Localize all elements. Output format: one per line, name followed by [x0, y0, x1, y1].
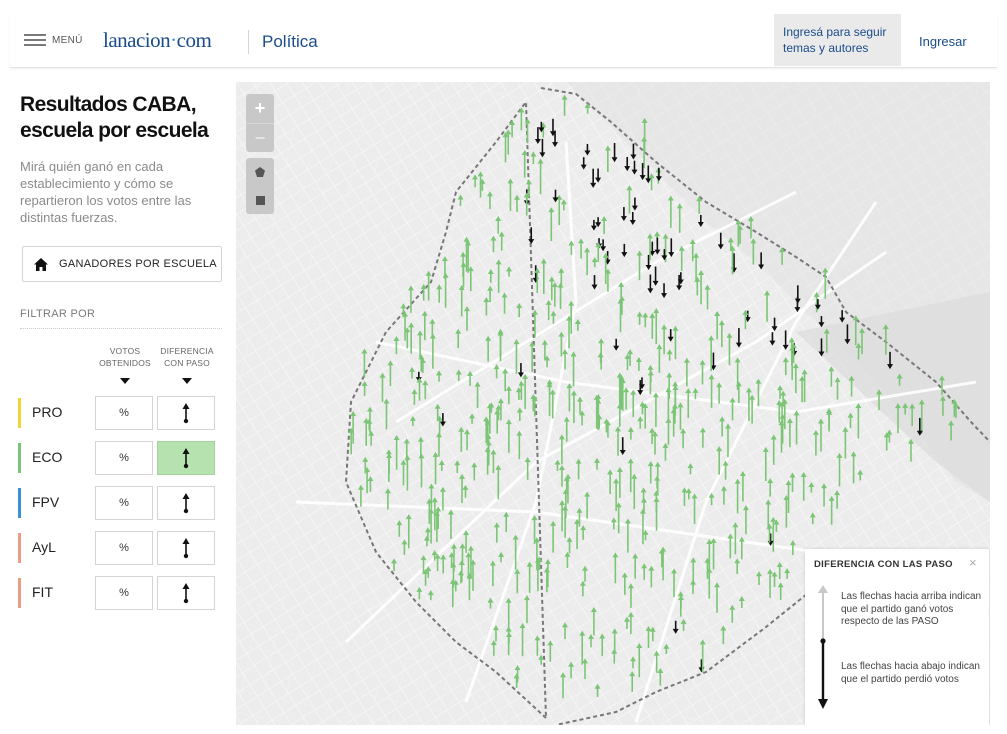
page-subtitle: Mirá quién ganó en cada establecimiento …: [20, 159, 192, 225]
votes-filter-ayl[interactable]: %: [95, 531, 153, 565]
draw-controls: [246, 158, 274, 214]
legend-down-text: Las flechas hacia abajo indican que el p…: [841, 661, 980, 685]
diff-filter-fpv[interactable]: [157, 486, 215, 520]
zoom-out-button[interactable]: −: [246, 123, 274, 152]
polygon-icon: [255, 167, 265, 177]
party-name: FIT: [32, 584, 53, 600]
diff-filter-eco[interactable]: [157, 441, 215, 475]
diff-filter-ayl[interactable]: [157, 531, 215, 565]
up-down-arrow-icon: [182, 448, 190, 469]
site-logo[interactable]: lanacion·com: [103, 28, 212, 53]
diff-sort-caret-icon[interactable]: [182, 378, 192, 384]
legend-arrow-scale-icon: [818, 585, 828, 709]
legend-close-button[interactable]: ×: [969, 555, 977, 570]
party-color-bar: [18, 578, 21, 608]
party-color-bar: [18, 533, 21, 563]
percent-symbol: %: [119, 542, 129, 554]
votes-filter-fpv[interactable]: %: [95, 486, 153, 520]
page-title: Resultados CABA, escuela por escuela: [20, 93, 209, 142]
login-link[interactable]: Ingresar: [919, 34, 967, 49]
votes-filter-pro[interactable]: %: [95, 396, 153, 430]
filter-label: FILTRAR POR: [20, 308, 96, 320]
up-down-arrow-icon: [182, 493, 190, 514]
percent-symbol: %: [119, 497, 129, 509]
diff-filter-fit[interactable]: [157, 576, 215, 610]
party-row-fpv: FPV%: [18, 486, 218, 520]
winners-button-label: GANADORES POR ESCUELA: [59, 258, 217, 270]
draw-polygon-button[interactable]: [246, 158, 274, 186]
party-name: AyL: [32, 539, 56, 555]
diff-column-header[interactable]: DIFERENCIA CON PASO: [156, 345, 218, 369]
legend-panel: DIFERENCIA CON LAS PASO × Las flechas ha…: [805, 549, 989, 725]
up-down-arrow-icon: [182, 583, 190, 604]
party-color-bar: [18, 398, 21, 428]
legend-title: DIFERENCIA CON LAS PASO: [814, 559, 953, 570]
party-row-pro: PRO%: [18, 396, 218, 430]
votes-filter-fit[interactable]: %: [95, 576, 153, 610]
party-name: FPV: [32, 494, 60, 510]
party-row-ayl: AyL%: [18, 531, 218, 565]
votes-sort-caret-icon[interactable]: [120, 378, 130, 384]
filter-divider: [20, 328, 222, 329]
hamburger-icon: [24, 33, 46, 47]
map[interactable]: + − DIFERENCIA CON LAS PASO × Las flecha…: [236, 82, 990, 725]
up-down-arrow-icon: [182, 403, 190, 424]
party-name: PRO: [32, 404, 63, 420]
percent-symbol: %: [119, 587, 129, 599]
sidebar: Resultados CABA, escuela por escuela Mir…: [10, 82, 232, 722]
party-color-bar: [18, 443, 21, 473]
menu-label: MENÚ: [52, 34, 83, 46]
winners-by-school-button[interactable]: GANADORES POR ESCUELA: [22, 246, 222, 282]
party-color-bar: [18, 488, 21, 518]
diff-filter-pro[interactable]: [157, 396, 215, 430]
zoom-controls: + −: [246, 94, 274, 152]
draw-rectangle-button[interactable]: [246, 186, 274, 214]
follow-topics-prompt[interactable]: Ingresá para seguir temas y autores: [774, 14, 901, 66]
header-divider: [248, 30, 249, 54]
up-down-arrow-icon: [182, 538, 190, 559]
percent-symbol: %: [119, 407, 129, 419]
votes-column-header[interactable]: VOTOS OBTENIDOS: [94, 345, 156, 369]
home-icon: [34, 257, 48, 271]
votes-filter-eco[interactable]: %: [95, 441, 153, 475]
section-title[interactable]: Política: [262, 32, 318, 52]
party-row-fit: FIT%: [18, 576, 218, 610]
zoom-in-button[interactable]: +: [246, 94, 274, 123]
menu-button[interactable]: MENÚ: [24, 33, 83, 47]
party-name: ECO: [32, 449, 63, 465]
party-row-eco: ECO%: [18, 441, 218, 475]
logo-text: lanacion: [103, 28, 171, 52]
logo-suffix: com: [176, 28, 212, 52]
percent-symbol: %: [119, 452, 129, 464]
rectangle-icon: [255, 195, 265, 205]
site-header: MENÚ lanacion·com Política Ingresá para …: [10, 14, 997, 68]
legend-up-text: Las flechas hacia arriba indican que el …: [841, 591, 982, 627]
